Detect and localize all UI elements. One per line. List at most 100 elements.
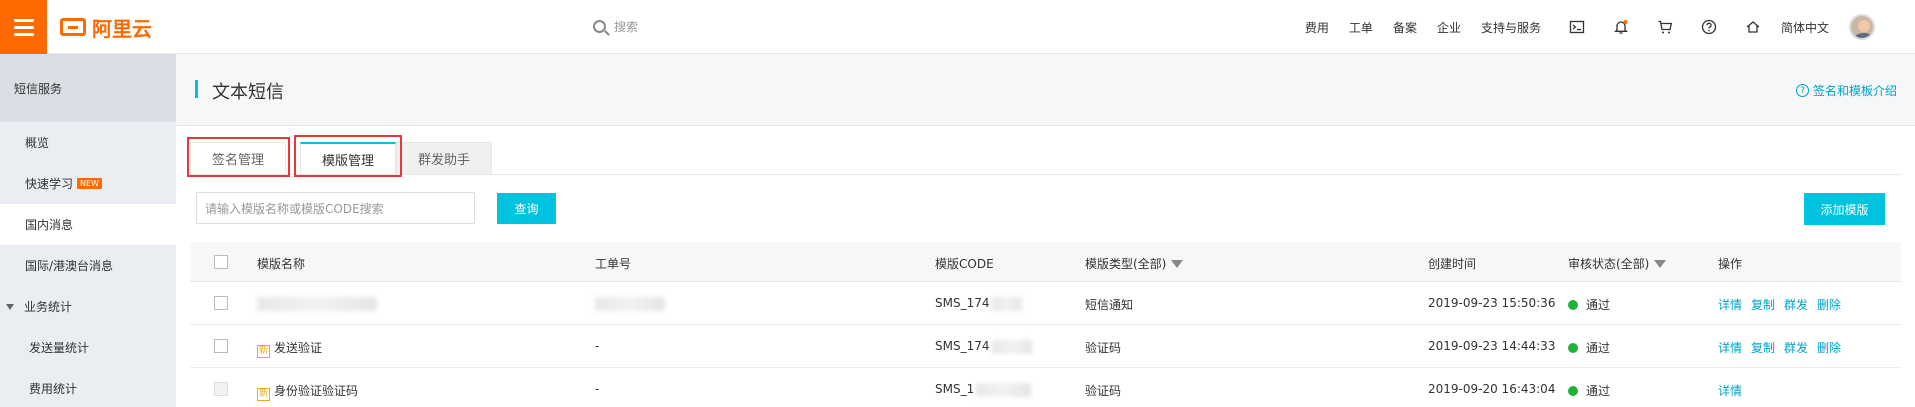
main-content: 文本短信 ? 签名和模板介绍 签名管理 模版管理 群发助手 请输入模版名称或模版… — [176, 54, 1915, 407]
ticket-number: - — [595, 339, 600, 353]
delete-link[interactable]: 删除 — [1817, 298, 1841, 312]
tab-bulk-send[interactable]: 群发助手 — [396, 142, 492, 174]
home-icon[interactable] — [1745, 19, 1761, 35]
cart-icon[interactable] — [1657, 19, 1673, 35]
header-status[interactable]: 审核状态(全部) — [1568, 255, 1667, 272]
new-tag: 新 — [257, 388, 270, 401]
review-status: 通过 — [1568, 382, 1610, 399]
new-badge: NEW — [77, 178, 102, 189]
template-name: 新发送验证 — [257, 341, 323, 358]
header-type-label: 模版类型(全部) — [1085, 257, 1167, 271]
row-actions: 详情 复制 群发 删除 — [1718, 339, 1850, 356]
sidebar-item-label: 业务统计 — [24, 300, 73, 314]
table-row: 新身份验证验证码 - SMS_1 验证码 2019-09-20 16:43:04… — [190, 368, 1901, 407]
top-nav-links: 费用 工单 备案 企业 支持与服务 简体中文 — [1285, 0, 1875, 54]
template-table: 模版名称 工单号 模版CODE 模版类型(全部) 创建时间 审核状态(全部) 操… — [190, 242, 1901, 407]
template-code: SMS_1 — [935, 382, 1032, 397]
help-link[interactable]: ? 签名和模板介绍 — [1795, 82, 1897, 99]
template-name — [257, 296, 377, 311]
copy-link[interactable]: 复制 — [1751, 298, 1775, 312]
sidebar-item-international[interactable]: 国际/港澳台消息 — [0, 245, 176, 286]
sidebar-item-cost-stats[interactable]: 费用统计 — [0, 368, 176, 407]
select-all-checkbox[interactable] — [214, 255, 228, 269]
header-name: 模版名称 — [257, 257, 306, 271]
user-avatar[interactable] — [1849, 14, 1875, 40]
row-checkbox[interactable] — [214, 382, 228, 396]
highlight-box-template — [294, 135, 402, 177]
row-actions: 详情 复制 群发 删除 — [1718, 296, 1850, 313]
template-code: SMS_174 — [935, 339, 1032, 354]
language-switch[interactable]: 简体中文 — [1781, 19, 1829, 36]
nav-enterprise[interactable]: 企业 — [1437, 19, 1461, 36]
table-header: 模版名称 工单号 模版CODE 模版类型(全部) 创建时间 审核状态(全部) 操… — [190, 242, 1901, 282]
nav-icp[interactable]: 备案 — [1393, 19, 1417, 36]
row-checkbox[interactable] — [214, 339, 228, 353]
created-time: 2019-09-23 14:44:33 — [1428, 339, 1556, 353]
sidebar-item-label: 快速学习 — [25, 177, 74, 191]
filter-icon — [1654, 260, 1667, 268]
page-header: 文本短信 ? 签名和模板介绍 — [176, 54, 1915, 126]
title-accent-bar — [195, 80, 198, 98]
sidebar-title: 短信服务 — [0, 54, 176, 122]
aliyun-logo-icon — [60, 18, 86, 36]
header-code: 模版CODE — [935, 257, 994, 271]
ticket-number — [595, 296, 665, 311]
template-type: 验证码 — [1085, 384, 1122, 398]
detail-link[interactable]: 详情 — [1718, 298, 1742, 312]
terminal-icon[interactable] — [1569, 19, 1585, 35]
tab-bar: 签名管理 模版管理 群发助手 — [190, 142, 1901, 175]
delete-link[interactable]: 删除 — [1817, 341, 1841, 355]
header-type[interactable]: 模版类型(全部) — [1085, 255, 1184, 272]
status-dot-icon — [1568, 300, 1578, 310]
sidebar-item-label: 发送量统计 — [29, 341, 90, 355]
detail-link[interactable]: 详情 — [1718, 384, 1742, 398]
bell-icon[interactable] — [1613, 19, 1629, 35]
query-button[interactable]: 查询 — [497, 193, 556, 224]
nav-tickets[interactable]: 工单 — [1349, 19, 1373, 36]
redacted-name — [257, 296, 377, 311]
nav-billing[interactable]: 费用 — [1305, 19, 1329, 36]
help-icon[interactable] — [1701, 19, 1717, 35]
logo-text: 阿里云 — [92, 16, 152, 41]
bulk-send-link[interactable]: 群发 — [1784, 298, 1808, 312]
page-title: 文本短信 — [212, 82, 284, 103]
top-navigation-bar: 阿里云 搜索 费用 工单 备案 企业 支持与服务 简体中文 — [0, 0, 1915, 54]
row-checkbox[interactable] — [214, 296, 228, 310]
detail-link[interactable]: 详情 — [1718, 341, 1742, 355]
sidebar-item-label: 概览 — [25, 136, 50, 150]
search-placeholder: 搜索 — [614, 20, 639, 34]
add-template-button[interactable]: 添加模版 — [1804, 193, 1885, 225]
bulk-send-link[interactable]: 群发 — [1784, 341, 1808, 355]
template-code: SMS_174 — [935, 296, 1022, 311]
sidebar-item-domestic[interactable]: 国内消息 — [0, 204, 176, 245]
redacted-ticket — [595, 296, 665, 311]
sidebar-item-quickstart[interactable]: 快速学习 NEW — [0, 163, 176, 204]
row-actions: 详情 — [1718, 382, 1751, 399]
review-status: 通过 — [1568, 296, 1610, 313]
created-time: 2019-09-23 15:50:36 — [1428, 296, 1556, 310]
hamburger-menu-icon[interactable] — [0, 0, 47, 54]
help-link-label: 签名和模板介绍 — [1812, 84, 1897, 98]
question-circle-icon: ? — [1795, 84, 1809, 97]
nav-support[interactable]: 支持与服务 — [1481, 19, 1541, 36]
sidebar-group-statistics[interactable]: 业务统计 — [0, 286, 176, 327]
filter-icon — [1171, 260, 1184, 268]
highlight-box-signature — [187, 137, 290, 177]
sidebar-item-send-stats[interactable]: 发送量统计 — [0, 327, 176, 368]
template-search-input[interactable]: 请输入模版名称或模版CODE搜索 — [196, 192, 475, 224]
new-tag: 新 — [257, 345, 270, 358]
header-ticket: 工单号 — [595, 257, 632, 271]
template-name: 新身份验证验证码 — [257, 384, 359, 401]
sidebar-item-label: 费用统计 — [29, 382, 78, 396]
copy-link[interactable]: 复制 — [1751, 341, 1775, 355]
global-search[interactable]: 搜索 — [593, 18, 638, 35]
sidebar-item-overview[interactable]: 概览 — [0, 122, 176, 163]
table-row: SMS_174 短信通知 2019-09-23 15:50:36 通过 详情 复制… — [190, 282, 1901, 325]
review-status: 通过 — [1568, 339, 1610, 356]
redacted-code — [976, 382, 1032, 397]
header-ops: 操作 — [1718, 257, 1743, 271]
header-created: 创建时间 — [1428, 257, 1477, 271]
search-icon — [593, 20, 606, 33]
aliyun-logo[interactable]: 阿里云 — [60, 14, 152, 41]
template-type: 验证码 — [1085, 341, 1122, 355]
